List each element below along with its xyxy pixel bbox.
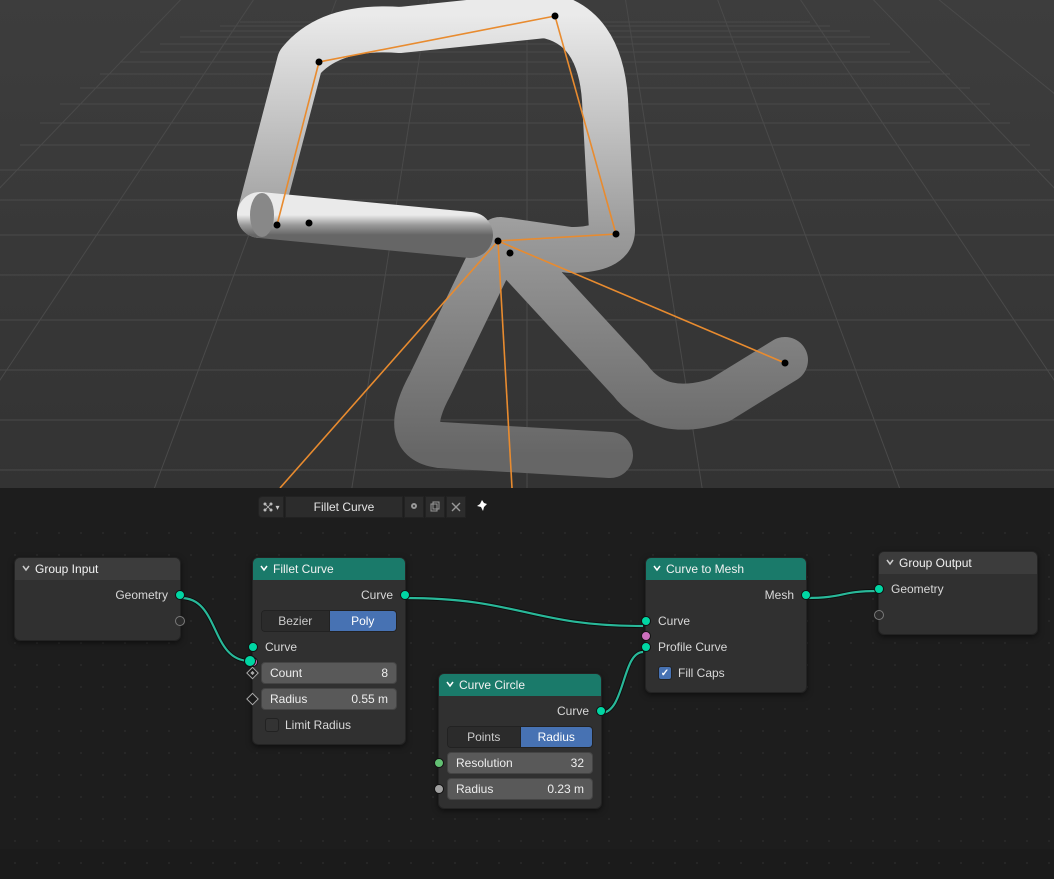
limit-radius-checkbox[interactable]: [265, 718, 279, 732]
new-node-tree-button[interactable]: [425, 496, 445, 518]
mode-segmented-control[interactable]: Bezier Poly: [261, 610, 397, 632]
node-group-input[interactable]: Group Input Geometry: [14, 557, 181, 641]
input-profile-curve-label: Profile Curve: [658, 640, 727, 654]
collapse-chevron-icon[interactable]: [652, 562, 662, 576]
input-curve-label: Curve: [658, 614, 690, 628]
node-group-output[interactable]: Group Output Geometry: [878, 551, 1038, 635]
mode-poly-button[interactable]: Poly: [329, 611, 397, 631]
socket-out-curve[interactable]: [596, 706, 606, 716]
node-group-name-input[interactable]: Fillet Curve: [285, 496, 403, 518]
collapse-chevron-icon[interactable]: [885, 556, 895, 570]
radius-field[interactable]: Radius 0.55 m: [261, 688, 397, 710]
node-header[interactable]: Fillet Curve: [253, 558, 405, 580]
node-title: Curve Circle: [459, 678, 525, 692]
resolution-field[interactable]: Resolution 32: [447, 752, 593, 774]
curve-control-points: [274, 13, 789, 367]
mode-radius-button[interactable]: Radius: [520, 727, 593, 747]
socket-in-curve[interactable]: [248, 642, 258, 652]
output-geometry-label: Geometry: [115, 588, 168, 602]
resolution-label: Resolution: [456, 756, 513, 770]
node-title: Curve to Mesh: [666, 562, 744, 576]
socket-out-mesh[interactable]: [801, 590, 811, 600]
mode-bezier-button[interactable]: Bezier: [262, 611, 329, 631]
node-curve-circle[interactable]: Curve Circle Curve Points Radius Resolut…: [438, 673, 602, 809]
node-header[interactable]: Group Output: [879, 552, 1037, 574]
socket-out-curve[interactable]: [400, 590, 410, 600]
socket-in-geometry[interactable]: [874, 584, 884, 594]
count-value: 8: [381, 666, 388, 680]
fill-caps-label: Fill Caps: [678, 666, 725, 680]
resolution-value: 32: [571, 756, 584, 770]
limit-radius-label: Limit Radius: [285, 718, 351, 732]
node-editor-header: ▾ Fillet Curve: [258, 496, 489, 518]
node-curve-to-mesh[interactable]: Curve to Mesh Mesh Curve Profile Curve F…: [645, 557, 807, 693]
geometry-node-editor[interactable]: ▾ Fillet Curve: [0, 488, 1054, 849]
radius-value: 0.55 m: [351, 692, 388, 706]
unlink-node-tree-button[interactable]: [446, 496, 466, 518]
output-mesh-label: Mesh: [765, 588, 794, 602]
socket-in-profile-curve[interactable]: [641, 642, 651, 652]
radius-field[interactable]: Radius 0.23 m: [447, 778, 593, 800]
node-header[interactable]: Curve Circle: [439, 674, 601, 696]
socket-in-radius[interactable]: [434, 784, 444, 794]
socket-in-resolution[interactable]: [434, 758, 444, 768]
node-tree-type-selector[interactable]: ▾: [258, 496, 284, 518]
socket-out-geometry[interactable]: [175, 590, 185, 600]
fill-caps-checkbox[interactable]: [658, 666, 672, 680]
socket-in-fill-caps[interactable]: [641, 631, 651, 641]
3d-viewport[interactable]: [0, 0, 1054, 488]
node-title: Group Input: [35, 562, 98, 576]
pin-icon[interactable]: [475, 499, 489, 516]
input-geometry-label: Geometry: [891, 582, 944, 596]
output-curve-label: Curve: [557, 704, 589, 718]
node-header[interactable]: Curve to Mesh: [646, 558, 806, 580]
collapse-chevron-icon[interactable]: [445, 678, 455, 692]
count-label: Count: [270, 666, 302, 680]
reroute-node[interactable]: [244, 655, 256, 667]
node-title: Group Output: [899, 556, 972, 570]
collapse-chevron-icon[interactable]: [259, 562, 269, 576]
radius-label: Radius: [270, 692, 307, 706]
mode-points-button[interactable]: Points: [448, 727, 520, 747]
node-header[interactable]: Group Input: [15, 558, 180, 580]
socket-out-virtual[interactable]: [175, 616, 185, 626]
socket-in-curve[interactable]: [641, 616, 651, 626]
count-field[interactable]: Count 8: [261, 662, 397, 684]
radius-label: Radius: [456, 782, 493, 796]
collapse-chevron-icon[interactable]: [21, 562, 31, 576]
node-fillet-curve[interactable]: Fillet Curve Curve Bezier Poly Curve Cou…: [252, 557, 406, 745]
node-title: Fillet Curve: [273, 562, 334, 576]
socket-in-virtual[interactable]: [874, 610, 884, 620]
input-curve-label: Curve: [265, 640, 297, 654]
mode-segmented-control[interactable]: Points Radius: [447, 726, 593, 748]
radius-value: 0.23 m: [547, 782, 584, 796]
fake-user-toggle[interactable]: [404, 496, 424, 518]
output-curve-label: Curve: [361, 588, 393, 602]
viewport-grid: [0, 0, 1054, 488]
